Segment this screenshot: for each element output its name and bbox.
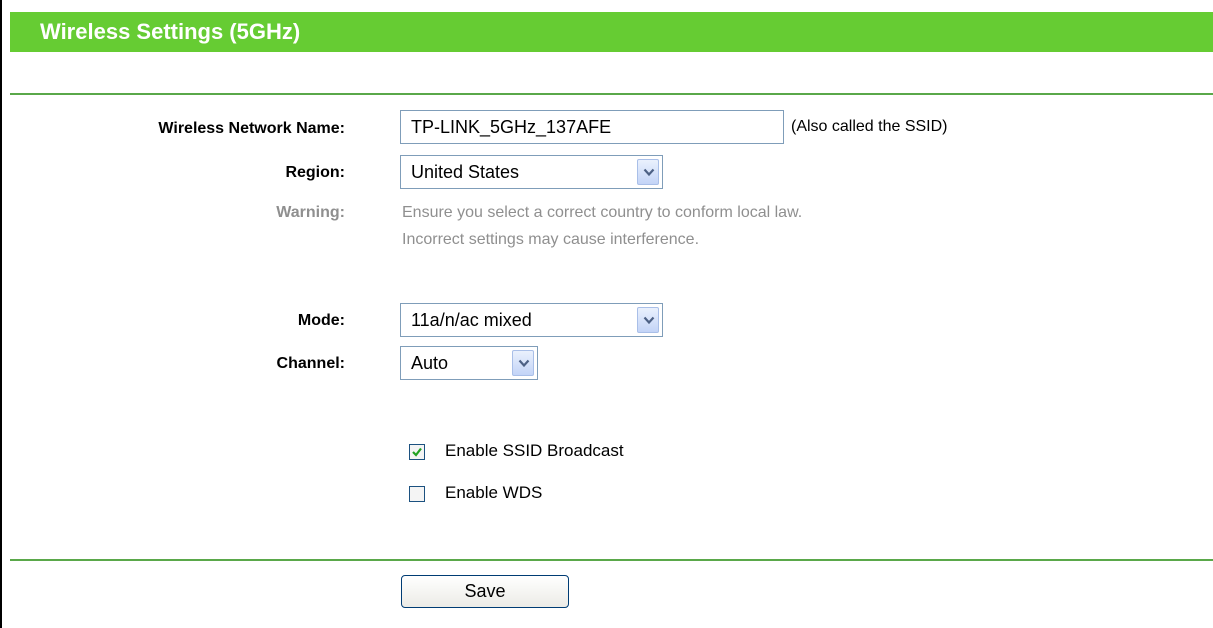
- wds-checkbox[interactable]: [409, 486, 425, 502]
- region-select[interactable]: United States: [400, 155, 663, 189]
- save-button[interactable]: Save: [401, 575, 569, 608]
- ssid-broadcast-checkbox[interactable]: [409, 444, 425, 460]
- channel-value: Auto: [411, 353, 449, 373]
- settings-panel: Wireless Settings (5GHz) Wireless Networ…: [0, 0, 1213, 628]
- wds-label[interactable]: Enable WDS: [445, 483, 542, 503]
- region-value: United States: [411, 162, 520, 182]
- mode-select[interactable]: 11a/n/ac mixed: [400, 303, 663, 337]
- mode-label: Mode:: [297, 312, 345, 329]
- page-title: Wireless Settings (5GHz): [40, 19, 301, 44]
- chevron-down-icon[interactable]: [512, 350, 534, 376]
- bottom-divider: [10, 559, 1213, 561]
- ssid-input[interactable]: [400, 110, 784, 144]
- chevron-down-icon[interactable]: [637, 159, 659, 185]
- warning-line-1: Ensure you select a correct country to c…: [402, 204, 803, 221]
- top-divider: [10, 93, 1213, 95]
- warning-label: Warning:: [276, 204, 345, 221]
- chevron-down-icon[interactable]: [637, 307, 659, 333]
- channel-select[interactable]: Auto: [400, 346, 538, 380]
- ssid-broadcast-label[interactable]: Enable SSID Broadcast: [445, 441, 624, 461]
- ssid-label: Wireless Network Name:: [158, 120, 345, 137]
- region-label: Region:: [285, 164, 345, 181]
- page-header: Wireless Settings (5GHz): [10, 12, 1213, 52]
- channel-label: Channel:: [276, 355, 345, 372]
- ssid-hint: (Also called the SSID): [791, 118, 948, 135]
- warning-line-2: Incorrect settings may cause interferenc…: [402, 231, 700, 248]
- mode-value: 11a/n/ac mixed: [411, 310, 532, 330]
